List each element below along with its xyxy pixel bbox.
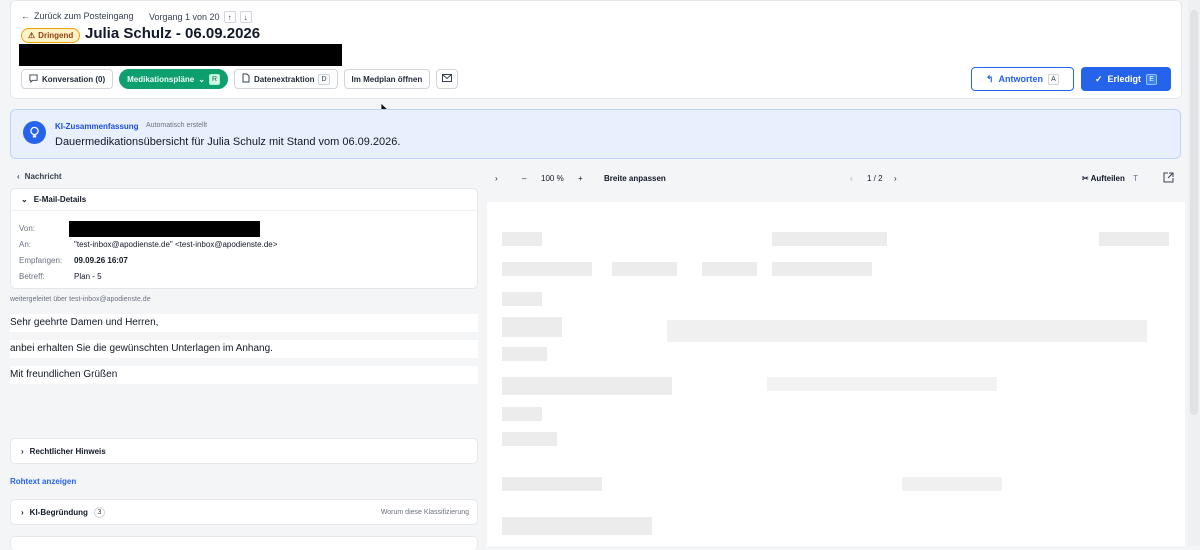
mail-button[interactable] — [436, 69, 459, 89]
shortcut-key: A — [1048, 73, 1060, 85]
shortcut-key: E — [1146, 73, 1158, 85]
chevron-right-icon[interactable]: › — [495, 174, 498, 183]
next-page-button[interactable]: › — [894, 174, 897, 183]
chevron-right-icon: › — [21, 507, 24, 517]
ai-summary-text: Dauermedikationsübersicht für Julia Schu… — [55, 136, 401, 148]
lightbulb-icon — [23, 121, 46, 144]
message-section-toggle[interactable]: ‹ Nachricht — [17, 172, 62, 181]
ai-summary-auto-label: Automatisch erstellt — [146, 122, 208, 129]
ai-summary-panel: KI-Zusammenfassung Automatisch erstellt … — [10, 109, 1181, 159]
page-scrollbar[interactable] — [1188, 0, 1200, 546]
header-panel: ← Zurück zum Posteingang Vorgang 1 von 2… — [10, 0, 1182, 99]
received-label: Empfangen: — [19, 256, 63, 265]
show-raw-text-link[interactable]: Rohtext anzeigen — [10, 477, 76, 486]
urgent-badge: ⚠ Dringend — [21, 28, 81, 43]
ai-reasoning-hint: Worum diese Klassifizierung — [380, 508, 469, 516]
page-indicator: 1 / 2 — [867, 174, 883, 183]
scrollbar-thumb[interactable] — [1190, 10, 1198, 415]
done-button[interactable]: ✓ Erledigt E — [1081, 67, 1171, 91]
chevron-right-icon: › — [21, 446, 24, 456]
back-to-inbox-link[interactable]: ← Zurück zum Posteingang — [21, 11, 134, 21]
chevron-left-icon: ‹ — [17, 172, 20, 181]
shortcut-key: R — [208, 73, 221, 85]
page-title: Julia Schulz - 06.09.2026 — [85, 25, 261, 42]
from-label: Von: — [19, 224, 36, 233]
pdf-document-preview — [487, 202, 1185, 546]
next-case-button[interactable]: ↓ — [239, 11, 252, 23]
zoom-out-button[interactable]: – — [522, 174, 526, 183]
chat-icon — [29, 73, 38, 85]
tab-bar: Konversation (0) Medikationspläne ⌄ R Da… — [21, 69, 459, 89]
zoom-in-button[interactable]: + — [578, 174, 583, 183]
redacted-sender — [69, 221, 260, 237]
open-in-medplan-button[interactable]: Im Medplan öffnen — [343, 69, 431, 89]
check-icon: ✓ — [1094, 73, 1103, 84]
next-card — [10, 536, 478, 550]
tab-conversation[interactable]: Konversation (0) — [21, 69, 114, 89]
chevron-down-icon: ⌄ — [21, 195, 28, 204]
fit-width-button[interactable]: Breite anpassen — [604, 174, 666, 183]
ai-reasoning-toggle[interactable]: › KI-Begründung 3 Worum diese Klassifizi… — [10, 499, 478, 525]
zoom-level: 100 % — [541, 174, 564, 183]
split-button[interactable]: ✂ Aufteilen T — [1082, 174, 1138, 183]
body-line: anbei erhalten Sie die gewünschten Unter… — [10, 340, 478, 358]
legal-notice-toggle[interactable]: › Rechtlicher Hinweis — [10, 438, 478, 464]
received-value: 09.09.26 16:07 — [74, 256, 128, 265]
ai-summary-title: KI-Zusammenfassung — [55, 122, 139, 131]
mail-icon — [442, 74, 453, 84]
shortcut-key: D — [318, 73, 330, 85]
subject-label: Betreff: — [19, 272, 45, 281]
body-line: Sehr geehrte Damen und Herren, — [10, 314, 478, 332]
subject-value: Plan - 5 — [74, 272, 102, 281]
answer-button[interactable]: ↰ Antworten A — [971, 67, 1074, 91]
scissors-icon: ✂ — [1082, 174, 1089, 183]
to-label: An: — [19, 240, 32, 249]
previous-page-button[interactable]: ‹ — [850, 174, 853, 183]
tab-medication-plans[interactable]: Medikationspläne ⌄ R — [119, 69, 229, 89]
message-panel: ‹ Nachricht ⌄ E-Mail-Details Von: An: "t… — [0, 166, 487, 550]
tab-data-extraction[interactable]: Datenextraktion D — [234, 69, 338, 89]
shortcut-key: T — [1133, 174, 1138, 183]
email-details-card: ⌄ E-Mail-Details Von: An: "test-inbox@ap… — [10, 188, 478, 289]
chevron-down-icon: ⌄ — [198, 74, 205, 84]
email-details-toggle[interactable]: ⌄ E-Mail-Details — [11, 189, 477, 211]
body-line: Mit freundlichen Grüßen — [10, 366, 478, 384]
forwarded-note: weitergeleitet über test-inbox@apodienst… — [10, 296, 151, 303]
to-value: "test-inbox@apodienste.de" <test-inbox@a… — [74, 240, 278, 249]
redacted-block — [19, 44, 342, 66]
external-link-icon[interactable] — [1163, 172, 1174, 185]
arrow-left-icon: ← — [21, 11, 30, 21]
warning-icon: ⚠ — [28, 31, 36, 40]
reply-icon: ↰ — [985, 73, 994, 84]
document-icon — [242, 73, 250, 85]
reason-count-badge: 3 — [93, 506, 105, 518]
previous-case-button[interactable]: ↑ — [223, 11, 236, 23]
case-counter: Vorgang 1 von 20 ↑ ↓ — [149, 11, 252, 23]
